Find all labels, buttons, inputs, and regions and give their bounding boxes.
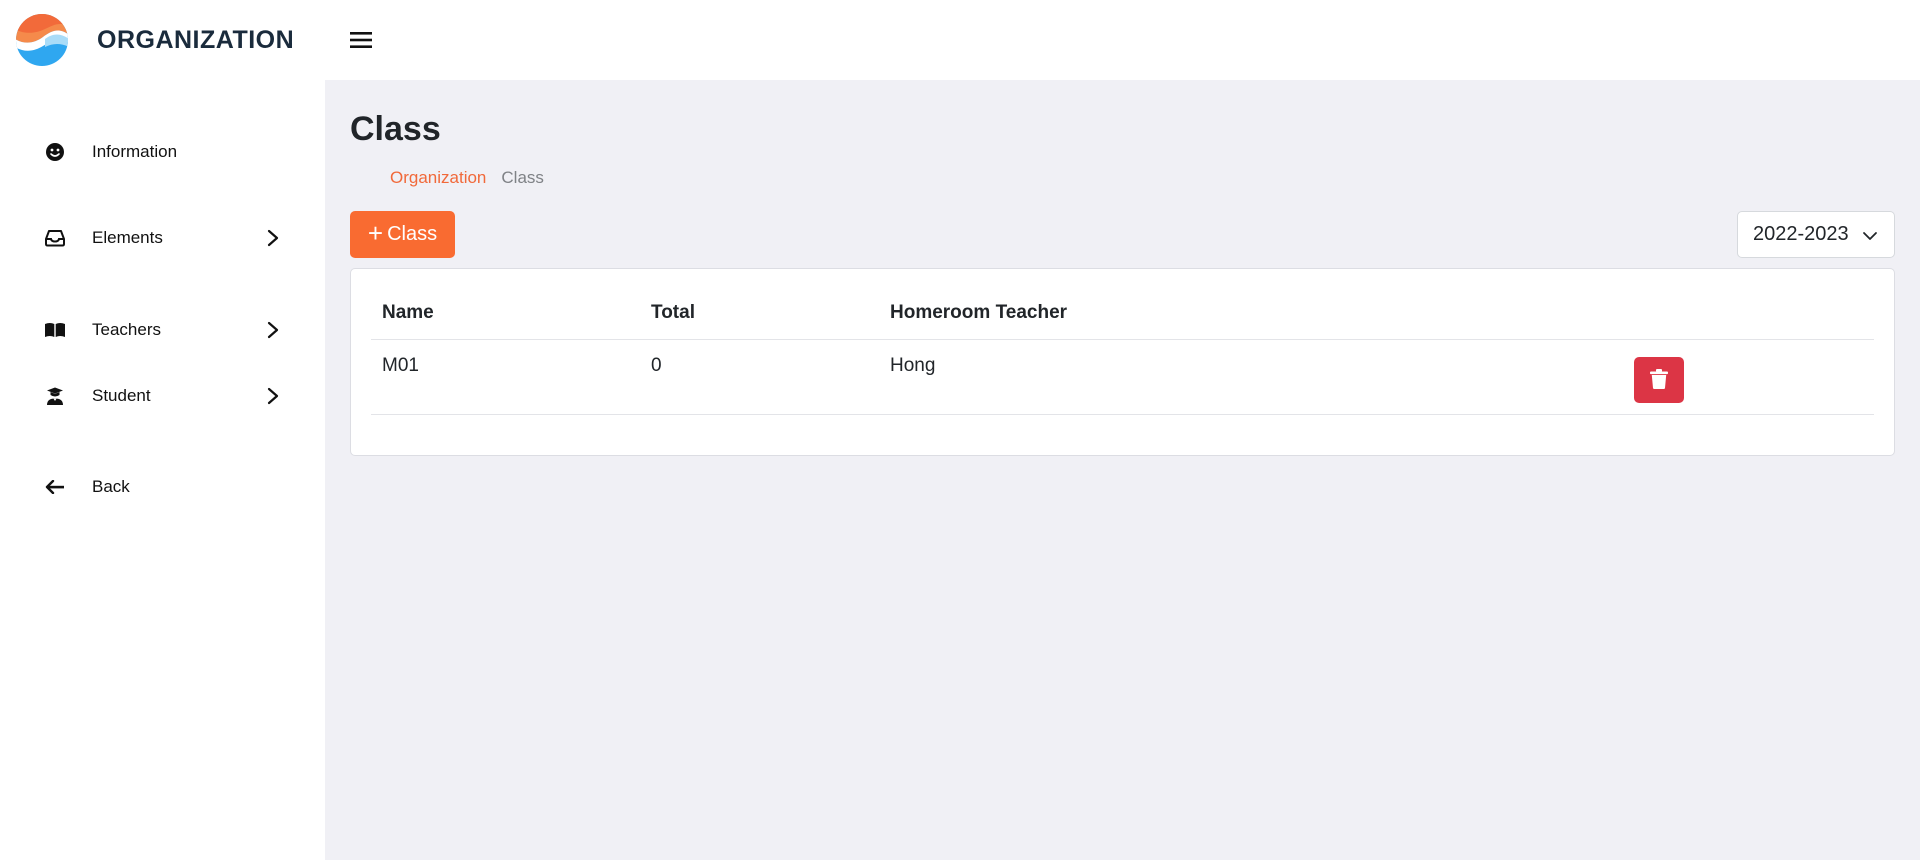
school-year-value: 2022-2023 [1753, 223, 1849, 245]
sidebar-item-label: Information [92, 142, 178, 161]
sidebar-item-label: Teachers [92, 320, 161, 339]
top-bar: ORGANIZATION [0, 0, 1920, 80]
student-icon [44, 385, 66, 407]
main-content: Class Organization Class + Class 2022-20… [325, 80, 1920, 860]
cell-total: 0 [651, 355, 662, 376]
app: ORGANIZATION Information Elements Teache… [0, 0, 1920, 860]
cell-homeroom-teacher: Hong [890, 355, 936, 376]
chevron-right-icon [265, 387, 281, 405]
class-table: Name Total Homeroom Teacher M01 0 Hong [371, 269, 1874, 415]
cell-name: M01 [382, 355, 419, 376]
column-header-name: Name [382, 302, 434, 323]
sidebar-item-teachers[interactable]: Teachers [0, 310, 325, 350]
brand-name: ORGANIZATION [97, 25, 295, 54]
breadcrumb: Organization Class [390, 168, 544, 188]
delete-button[interactable] [1634, 357, 1684, 403]
trash-icon [1650, 368, 1668, 392]
smile-icon [44, 141, 66, 163]
breadcrumb-link-organization[interactable]: Organization [390, 168, 486, 188]
sidebar-item-information[interactable]: Information [0, 132, 325, 172]
page-title: Class [350, 110, 441, 148]
breadcrumb-current: Class [501, 168, 544, 187]
brand[interactable]: ORGANIZATION [0, 0, 325, 80]
arrow-left-icon [44, 476, 66, 498]
add-class-label: Class [387, 223, 438, 245]
sidebar-item-label: Elements [92, 228, 163, 247]
table-row[interactable]: M01 0 Hong [371, 340, 1874, 415]
add-class-button[interactable]: + Class [350, 211, 455, 258]
sidebar-item-back[interactable]: Back [0, 467, 325, 507]
hamburger-icon[interactable] [348, 27, 374, 53]
plus-icon: + [367, 218, 384, 248]
sidebar-item-label: Student [92, 386, 151, 405]
school-year-select[interactable]: 2022-2023 [1737, 211, 1895, 258]
chevron-right-icon [265, 229, 281, 247]
sidebar-item-student[interactable]: Student [0, 376, 325, 416]
chevron-down-icon [1862, 228, 1878, 244]
chevron-right-icon [265, 321, 281, 339]
column-header-total: Total [651, 302, 695, 323]
sidebar-item-elements[interactable]: Elements [0, 218, 325, 258]
class-table-card: Name Total Homeroom Teacher M01 0 Hong [350, 268, 1895, 456]
wave-logo-icon [15, 13, 69, 67]
inbox-icon [44, 227, 66, 249]
sidebar: Information Elements Teachers Student Ba… [0, 80, 325, 860]
column-header-homeroom-teacher: Homeroom Teacher [890, 302, 1068, 323]
table-header: Name Total Homeroom Teacher [371, 269, 1874, 340]
book-icon [44, 319, 66, 341]
sidebar-item-label: Back [92, 477, 130, 496]
